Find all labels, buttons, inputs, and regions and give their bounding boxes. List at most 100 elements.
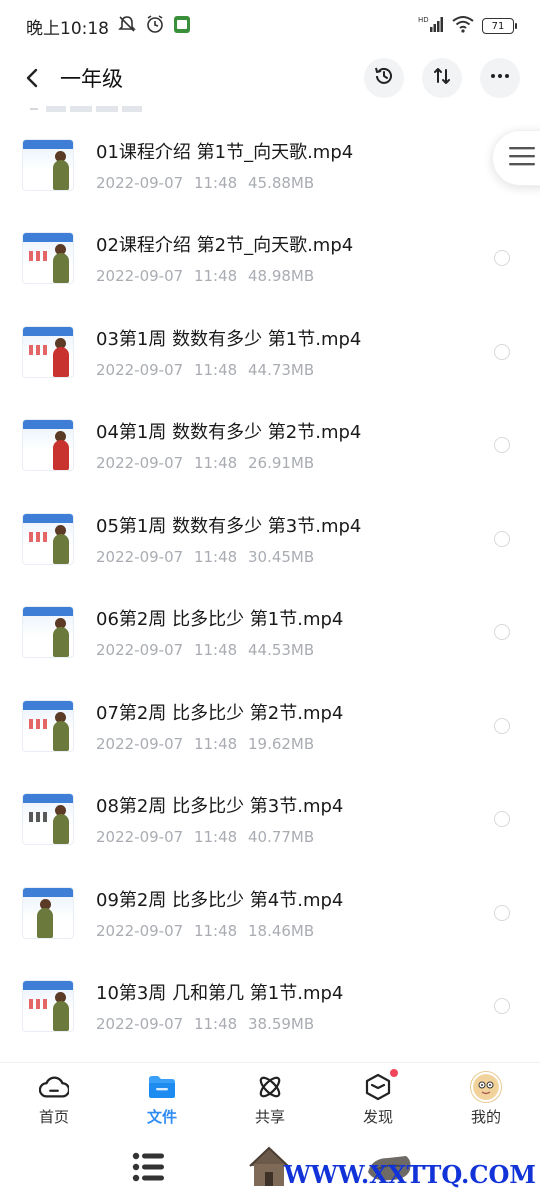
battery-indicator: 71 (482, 18, 517, 34)
nav-label: 我的 (470, 1108, 501, 1126)
file-meta: 2022-09-07 11:48 45.88MB (96, 173, 315, 192)
mute-icon (117, 15, 137, 37)
video-thumbnail (22, 512, 74, 565)
file-row[interactable]: 10第3周 几和第几 第1节.mp4 2022-09-07 11:48 38.5… (0, 960, 540, 1054)
video-thumbnail (22, 325, 74, 378)
system-nav-bar: WWW.XXTTQ.COM (0, 1136, 540, 1200)
file-name: 04第1周 数数有多少 第2节.mp4 (96, 422, 362, 444)
nav-item-discover[interactable]: 发现 (324, 1063, 432, 1136)
file-name: 01课程介绍 第1节_向天歌.mp4 (96, 141, 354, 163)
status-notification-icons (117, 14, 191, 38)
status-time: 晚上10:18 (26, 18, 109, 39)
header: 一年级 (0, 52, 540, 104)
nav-label: 首页 (38, 1108, 69, 1126)
file-info: 06第2周 比多比少 第1节.mp4 2022-09-07 11:48 44.5… (96, 605, 343, 659)
more-icon (489, 65, 511, 91)
nav-label: 文件 (146, 1108, 177, 1126)
select-radio[interactable] (494, 437, 510, 454)
file-name: 03第1周 数数有多少 第1节.mp4 (96, 328, 362, 350)
file-info: 04第1周 数数有多少 第2节.mp4 2022-09-07 11:48 26.… (96, 418, 361, 472)
alarm-icon (145, 14, 165, 38)
select-radio[interactable] (494, 624, 510, 641)
file-row[interactable]: 01课程介绍 第1节_向天歌.mp4 2022-09-07 11:48 45.8… (0, 118, 540, 212)
file-row[interactable]: 08第2周 比多比少 第3节.mp4 2022-09-07 11:48 40.7… (0, 773, 540, 867)
select-radio[interactable] (494, 811, 510, 828)
atom-share-icon (255, 1072, 285, 1102)
video-thumbnail (22, 793, 74, 846)
recent-apps-icon (132, 1152, 166, 1188)
cloud-home-icon (39, 1072, 69, 1102)
file-meta: 2022-09-07 11:48 44.73MB (96, 360, 315, 379)
file-info: 07第2周 比多比少 第2节.mp4 2022-09-07 11:48 19.6… (96, 699, 343, 753)
select-radio[interactable] (494, 250, 510, 267)
nav-item-files[interactable]: 文件 (108, 1063, 216, 1136)
file-row[interactable]: 07第2周 比多比少 第2节.mp4 2022-09-07 11:48 19.6… (0, 679, 540, 773)
bottom-nav: 首页 文件 共享 发现 我的 (0, 1062, 540, 1136)
sort-icon (431, 65, 453, 91)
recent-apps-button[interactable] (132, 1150, 166, 1184)
back-arrow-icon[interactable] (20, 65, 46, 91)
file-info: 10第3周 几和第几 第1节.mp4 2022-09-07 11:48 38.5… (96, 979, 343, 1033)
video-thumbnail (22, 606, 74, 659)
file-meta: 2022-09-07 11:48 40.77MB (96, 828, 315, 847)
file-row[interactable]: 03第1周 数数有多少 第1节.mp4 2022-09-07 11:48 44.… (0, 305, 540, 399)
file-info: 09第2周 比多比少 第4节.mp4 2022-09-07 11:48 18.4… (96, 886, 343, 940)
file-name: 07第2周 比多比少 第2节.mp4 (96, 702, 344, 724)
battery-level: 71 (491, 20, 505, 32)
wifi-icon (452, 15, 474, 37)
file-info: 02课程介绍 第2节_向天歌.mp4 2022-09-07 11:48 48.9… (96, 231, 353, 285)
nav-item-profile[interactable]: 我的 (432, 1063, 540, 1136)
file-meta: 2022-09-07 11:48 26.91MB (96, 454, 315, 473)
file-meta: 2022-09-07 11:48 30.45MB (96, 547, 315, 566)
file-row[interactable]: 06第2周 比多比少 第1节.mp4 2022-09-07 11:48 44.5… (0, 586, 540, 680)
file-meta: 2022-09-07 11:48 48.98MB (96, 267, 315, 286)
signal-icon: HD (418, 15, 444, 37)
watermark-text: WWW.XXTTQ.COM (283, 1160, 536, 1189)
file-info: 01课程介绍 第1节_向天歌.mp4 2022-09-07 11:48 45.8… (96, 138, 353, 192)
cube-discover-icon (363, 1072, 393, 1102)
file-info: 08第2周 比多比少 第3节.mp4 2022-09-07 11:48 40.7… (96, 792, 343, 846)
app-notification-icon (173, 14, 191, 38)
nav-item-share[interactable]: 共享 (216, 1063, 324, 1136)
history-icon (373, 65, 395, 91)
video-thumbnail (22, 980, 74, 1033)
file-name: 08第2周 比多比少 第3节.mp4 (96, 796, 344, 818)
status-system-icons: HD 71 (418, 15, 517, 37)
file-list: 01课程介绍 第1节_向天歌.mp4 2022-09-07 11:48 45.8… (0, 118, 540, 1053)
file-name: 02课程介绍 第2节_向天歌.mp4 (96, 235, 354, 257)
more-button[interactable] (480, 58, 520, 98)
file-meta: 2022-09-07 11:48 38.59MB (96, 1015, 315, 1034)
video-thumbnail (22, 138, 74, 191)
nav-label: 共享 (254, 1108, 285, 1126)
nav-label: 发现 (362, 1108, 393, 1126)
video-thumbnail (22, 699, 74, 752)
select-radio[interactable] (494, 717, 510, 734)
file-info: 05第1周 数数有多少 第3节.mp4 2022-09-07 11:48 30.… (96, 512, 361, 566)
file-info: 03第1周 数数有多少 第1节.mp4 2022-09-07 11:48 44.… (96, 325, 361, 379)
file-row[interactable]: 02课程介绍 第2节_向天歌.mp4 2022-09-07 11:48 48.9… (0, 212, 540, 306)
video-thumbnail (22, 232, 74, 285)
video-thumbnail (22, 419, 74, 472)
hamburger-icon (509, 146, 535, 170)
select-radio[interactable] (494, 343, 510, 360)
file-name: 05第1周 数数有多少 第3节.mp4 (96, 515, 362, 537)
select-radio[interactable] (494, 904, 510, 921)
select-radio[interactable] (494, 998, 510, 1015)
file-name: 09第2周 比多比少 第4节.mp4 (96, 889, 344, 911)
file-row[interactable]: 09第2周 比多比少 第4节.mp4 2022-09-07 11:48 18.4… (0, 866, 540, 960)
file-name: 06第2周 比多比少 第1节.mp4 (96, 609, 344, 631)
floating-menu-button[interactable] (492, 130, 540, 186)
status-bar: 晚上10:18 HD 71 (0, 0, 540, 52)
avatar (471, 1072, 501, 1102)
select-radio[interactable] (494, 530, 510, 547)
sort-button[interactable] (422, 58, 462, 98)
scrolled-header-remnant (30, 102, 150, 116)
nav-item-home[interactable]: 首页 (0, 1063, 108, 1136)
history-button[interactable] (364, 58, 404, 98)
file-name: 10第3周 几和第几 第1节.mp4 (96, 983, 344, 1005)
file-row[interactable]: 05第1周 数数有多少 第3节.mp4 2022-09-07 11:48 30.… (0, 492, 540, 586)
file-row[interactable]: 04第1周 数数有多少 第2节.mp4 2022-09-07 11:48 26.… (0, 399, 540, 493)
file-meta: 2022-09-07 11:48 19.62MB (96, 734, 315, 753)
svg-text:HD: HD (418, 16, 429, 24)
video-thumbnail (22, 886, 74, 939)
